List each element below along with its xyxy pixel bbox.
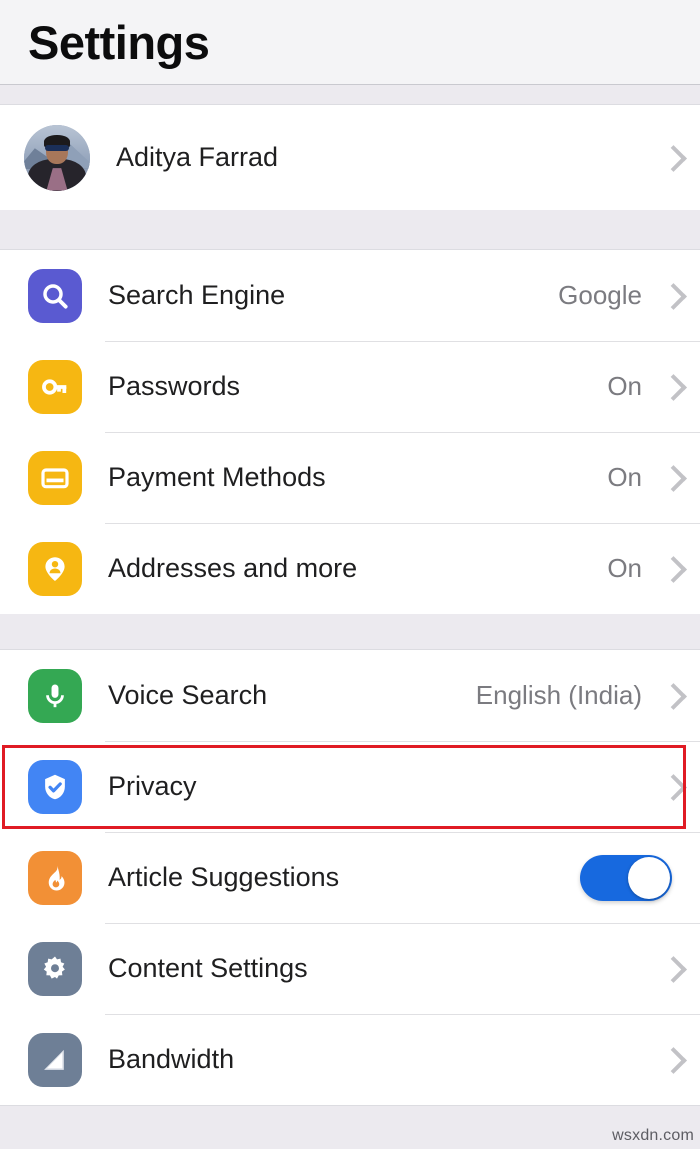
magnifier-icon	[28, 268, 82, 323]
setting-row-privacy[interactable]: Privacy	[0, 741, 700, 832]
section-gap-1	[0, 210, 700, 250]
signal-bars-icon	[28, 1032, 82, 1087]
setting-label: Article Suggestions	[108, 862, 340, 892]
chevron-right-icon	[664, 465, 678, 491]
chevron-right-icon	[664, 556, 678, 582]
account-row[interactable]: Aditya Farrad	[0, 105, 700, 210]
account-name: Aditya Farrad	[116, 142, 279, 172]
setting-label: Payment Methods	[108, 462, 326, 492]
chevron-right-icon	[664, 956, 678, 982]
setting-row-content-settings[interactable]: Content Settings	[0, 923, 700, 1014]
setting-row-addresses[interactable]: Addresses and more On	[0, 523, 700, 614]
setting-label: Content Settings	[108, 953, 308, 983]
gear-icon	[28, 941, 82, 996]
chevron-right-icon	[664, 283, 678, 309]
setting-value: On	[607, 371, 642, 401]
microphone-icon	[28, 668, 82, 723]
setting-row-search-engine[interactable]: Search Engine Google	[0, 250, 700, 341]
setting-row-passwords[interactable]: Passwords On	[0, 341, 700, 432]
setting-value: On	[607, 553, 642, 583]
setting-value: Google	[558, 280, 642, 310]
row-divider	[105, 432, 700, 433]
setting-row-bandwidth[interactable]: Bandwidth	[0, 1014, 700, 1105]
credit-card-icon	[28, 450, 82, 505]
flame-icon	[28, 850, 82, 905]
section-gap-bottom	[0, 1105, 700, 1149]
page-title: Settings	[28, 15, 210, 69]
chevron-right-icon	[664, 774, 678, 800]
toggle-knob	[628, 856, 670, 899]
avatar	[24, 124, 90, 191]
settings-group-features: Voice Search English (India) Privacy Art…	[0, 650, 700, 1105]
setting-label: Bandwidth	[108, 1044, 235, 1074]
setting-row-article-suggestions[interactable]: Article Suggestions	[0, 832, 700, 923]
row-divider	[105, 923, 700, 924]
row-divider	[105, 832, 700, 833]
row-divider	[105, 523, 700, 524]
setting-value: English (India)	[475, 680, 642, 710]
section-gap-2	[0, 614, 700, 650]
settings-group-browsing-data: Search Engine Google Passwords On Paymen…	[0, 250, 700, 614]
article-suggestions-toggle[interactable]	[580, 854, 672, 901]
section-gap-top	[0, 85, 700, 105]
setting-value: On	[607, 462, 642, 492]
chevron-right-icon	[664, 374, 678, 400]
page-header: Settings	[0, 0, 700, 85]
row-divider	[105, 341, 700, 342]
address-pin-person-icon	[28, 541, 82, 596]
watermark: wsxdn.com	[612, 1127, 694, 1144]
row-divider	[105, 1014, 700, 1015]
key-icon	[28, 359, 82, 414]
shield-check-icon	[28, 759, 82, 814]
setting-label: Privacy	[108, 771, 197, 801]
settings-screen: Settings Aditya Farrad Search Engine Goo…	[0, 0, 700, 1149]
chevron-right-icon	[664, 683, 678, 709]
setting-label: Passwords	[108, 371, 241, 401]
chevron-right-icon	[664, 145, 678, 171]
setting-row-voice-search[interactable]: Voice Search English (India)	[0, 650, 700, 741]
setting-row-payment-methods[interactable]: Payment Methods On	[0, 432, 700, 523]
row-divider	[105, 741, 700, 742]
setting-label: Search Engine	[108, 280, 286, 310]
account-card: Aditya Farrad	[0, 105, 700, 210]
setting-label: Addresses and more	[108, 553, 358, 583]
setting-label: Voice Search	[108, 680, 268, 710]
chevron-right-icon	[664, 1047, 678, 1073]
